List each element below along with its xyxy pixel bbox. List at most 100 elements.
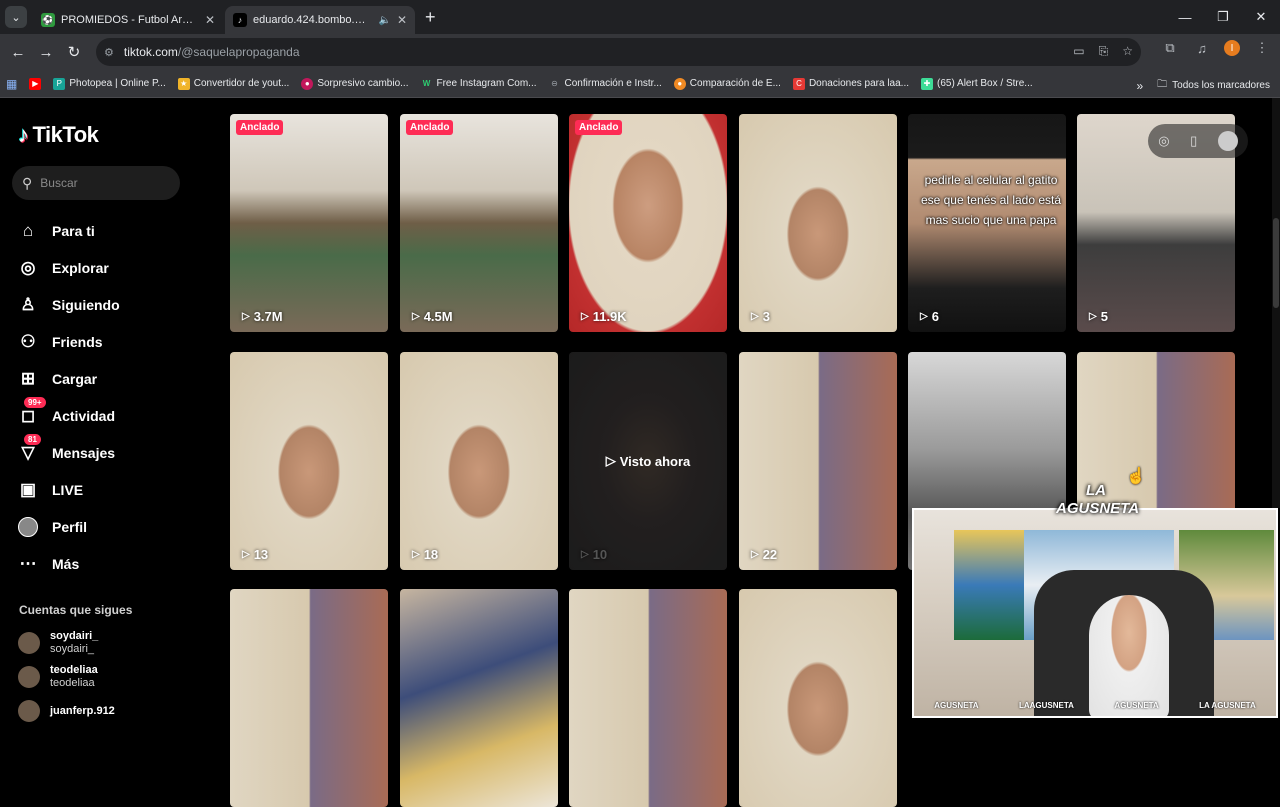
play-icon: ▷: [242, 311, 250, 322]
play-icon: ▷: [1089, 311, 1097, 322]
video-card[interactable]: Anclado ▷ 4.5M: [400, 114, 558, 332]
nav-item-siguiendo[interactable]: ♙ Siguiendo: [18, 286, 198, 323]
tiktok-handle: AGUSNETA: [1114, 701, 1159, 710]
view-count-value: 4.5M: [423, 309, 453, 324]
speaker-icon[interactable]: 🔈: [378, 15, 390, 26]
phone-icon[interactable]: ▯: [1190, 133, 1197, 149]
youtube-icon: ▶: [29, 77, 42, 90]
bookmark-item[interactable]: ✚ (65) Alert Box / Stre...: [921, 77, 1033, 90]
nav-item-label: Siguiendo: [52, 296, 120, 313]
kebab-menu-icon[interactable]: ⋮: [1252, 40, 1272, 56]
minimize-icon[interactable]: —: [1166, 10, 1204, 25]
nav-item-friends[interactable]: ⚇ Friends: [18, 323, 198, 360]
bookmark-youtube[interactable]: ▶: [29, 77, 42, 90]
bookmark-item[interactable]: W Free Instagram Com...: [420, 78, 537, 90]
bookmark-item[interactable]: ● Comparación de E...: [673, 77, 781, 90]
view-count-value: 22: [762, 547, 778, 562]
compass-icon[interactable]: ◎: [1158, 133, 1169, 149]
star-icon[interactable]: ☆: [1122, 44, 1133, 59]
site-info-icon[interactable]: ⚙: [104, 46, 114, 59]
video-card[interactable]: ▷ Visto ahora ▷ 10: [569, 352, 727, 570]
scrollbar-thumb[interactable]: [1273, 218, 1279, 308]
url-field[interactable]: ⚙ tiktok.com/@saquelapropaganda ▭ ⎘ ☆: [96, 38, 1141, 66]
avatar-icon[interactable]: [1217, 131, 1238, 151]
nav-item-live[interactable]: ▣ LIVE: [18, 471, 198, 508]
bookmark-apps[interactable]: ▦: [6, 77, 17, 91]
friends-icon: ⚇: [20, 331, 36, 351]
search-input[interactable]: ⚲ Buscar: [12, 166, 180, 200]
bookmark-item[interactable]: ⊖ Confirmación e Instr...: [549, 78, 662, 90]
bookmark-item[interactable]: ● Sorpresivo cambio...: [301, 77, 408, 90]
tab-search-button[interactable]: ⌄: [5, 6, 27, 28]
bookmark-item[interactable]: ★ Convertidor de yout...: [177, 77, 289, 90]
view-count-value: 3: [762, 309, 770, 324]
video-card[interactable]: [739, 589, 897, 807]
all-bookmarks[interactable]: 🗀 Todos los marcadores: [1157, 77, 1270, 94]
nav-item-label: Mensajes: [52, 444, 116, 461]
tiktok-logo[interactable]: ♪ TikTok: [18, 122, 99, 148]
back-icon[interactable]: ←: [4, 44, 32, 61]
player-controls: ◎ ▯: [1148, 124, 1248, 158]
video-card[interactable]: ▷ 18: [400, 352, 558, 570]
activity-icon: ◻: [20, 405, 36, 425]
upload-icon: ⊞: [20, 368, 36, 388]
nav-item-para-ti[interactable]: ⌂ Para ti: [18, 212, 198, 249]
x-handle: LAAGUSNETA: [1018, 701, 1074, 710]
convert-icon: ★: [177, 77, 190, 90]
nav-item-actividad[interactable]: ◻ Actividad 99+: [18, 397, 198, 434]
forward-icon[interactable]: →: [32, 44, 60, 61]
browser-tab-bar: ⌄ ⚽ PROMIEDOS - Futbol Argentino ✕ ♪ edu…: [0, 0, 1280, 34]
restore-icon[interactable]: ❐: [1204, 9, 1242, 25]
news-icon: ●: [301, 77, 314, 90]
followed-account[interactable]: soydairi_ soydairi_: [18, 626, 198, 660]
media-icon[interactable]: ♫: [1192, 41, 1212, 56]
profile-avatar[interactable]: I: [1224, 40, 1240, 56]
view-count-value: 11.9K: [592, 309, 627, 324]
nav-item-label: Más: [52, 555, 80, 572]
video-card[interactable]: ▷ 3: [739, 114, 897, 332]
video-card[interactable]: ▷ 22: [739, 352, 897, 570]
video-card[interactable]: [569, 589, 727, 807]
browser-tab-promiedos[interactable]: ⚽ PROMIEDOS - Futbol Argentino ✕: [33, 6, 223, 34]
account-avatar: [18, 700, 40, 722]
bookmark-label: Free Instagram Com...: [436, 78, 537, 89]
more-bookmarks-icon[interactable]: »: [1136, 79, 1143, 93]
view-count-value: 10: [592, 547, 608, 562]
bookmark-item[interactable]: C Donaciones para laa...: [792, 77, 909, 90]
video-card[interactable]: Anclado ▷ 11.9K: [569, 114, 727, 332]
nav-item-label: Explorar: [52, 259, 109, 276]
extensions-icon[interactable]: ⧉: [1160, 40, 1180, 56]
reload-icon[interactable]: ↻: [60, 43, 88, 61]
video-card[interactable]: [400, 589, 558, 807]
nav-item-más[interactable]: ⋯ Más: [18, 545, 198, 582]
play-icon: ▷: [581, 549, 589, 560]
video-card[interactable]: pedirle al celular al gatito ese que ten…: [908, 114, 1066, 332]
play-icon: ▷: [242, 549, 250, 560]
close-icon[interactable]: ✕: [205, 13, 215, 27]
video-card[interactable]: Anclado ▷ 3.7M: [230, 114, 388, 332]
pinned-badge: Anclado: [575, 120, 623, 135]
nav-item-explorar[interactable]: ◎ Explorar: [18, 249, 198, 286]
bookmark-item[interactable]: P Photopea | Online P...: [53, 77, 166, 90]
youtube-handle: LA AGUSNETA: [1199, 701, 1256, 710]
translate-icon[interactable]: ⎘: [1099, 44, 1109, 59]
close-icon[interactable]: ✕: [397, 13, 407, 27]
page-scrollbar[interactable]: [1272, 98, 1280, 508]
nav-item-perfil[interactable]: Perfil: [18, 508, 198, 545]
close-window-icon[interactable]: ✕: [1242, 9, 1280, 25]
video-card[interactable]: [230, 589, 388, 807]
play-icon: ▷: [751, 311, 759, 322]
view-count-value: 18: [423, 547, 439, 562]
webcam-overlay: AGUSNETA LAAGUSNETA AGUSNETA LA AGUSNETA: [912, 508, 1278, 718]
followed-account[interactable]: teodeliaa teodeliaa: [18, 660, 198, 694]
new-tab-button[interactable]: +: [425, 7, 436, 28]
video-card[interactable]: ▷ 13: [230, 352, 388, 570]
nav-item-cargar[interactable]: ⊞ Cargar: [18, 360, 198, 397]
browser-tab-tiktok[interactable]: ♪ eduardo.424.bombo.mp (@ 🔈 ✕: [225, 6, 415, 34]
followed-account[interactable]: juanferp.912: [18, 694, 198, 728]
view-count: ▷ 22: [751, 547, 777, 562]
url-path: /@saquelapropaganda: [177, 45, 300, 59]
nav-item-mensajes[interactable]: ▽ Mensajes 81: [18, 434, 198, 471]
cast-icon[interactable]: ▭: [1073, 44, 1084, 59]
social-handles: AGUSNETA LAAGUSNETA AGUSNETA LA AGUSNETA: [914, 701, 1276, 710]
